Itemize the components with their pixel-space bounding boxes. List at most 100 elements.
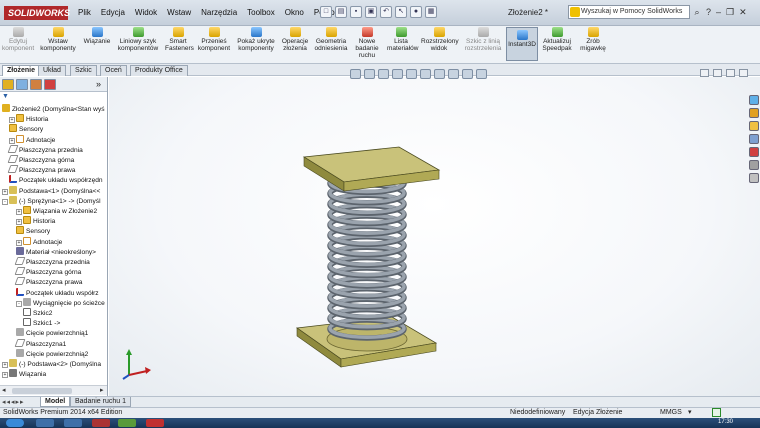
tree-node[interactable]: Płaszczyzna1 — [14, 338, 66, 349]
taskbar-browser-icon[interactable] — [64, 419, 82, 427]
status-help-icon[interactable] — [712, 408, 721, 417]
help-icon[interactable]: ? — [706, 7, 711, 18]
tree-filter-icon[interactable]: ▼ — [2, 93, 16, 102]
menu-item-5[interactable]: Toolbox — [247, 8, 275, 17]
help-search-input[interactable]: Wyszukaj w Pomocy SolidWorks — [568, 5, 690, 19]
file-explorer-icon[interactable] — [749, 121, 759, 131]
tree-expand-icon[interactable]: - — [2, 198, 8, 205]
open-file-icon[interactable]: ▤ — [335, 6, 347, 18]
menu-item-6[interactable]: Okno — [285, 8, 304, 17]
tab-0[interactable]: Złożenie — [2, 65, 41, 76]
graphics-viewport[interactable] — [109, 77, 760, 396]
command-button-7[interactable]: Operacje złożenia — [281, 27, 309, 52]
tree-expand-icon[interactable]: + — [16, 209, 22, 215]
tree-expand-icon[interactable]: + — [9, 117, 15, 124]
search-go-icon[interactable]: ⌕ — [691, 5, 703, 19]
start-button-icon[interactable] — [6, 419, 24, 427]
tree-node[interactable]: Początek układu współrzędn — [9, 175, 103, 185]
display-style-icon[interactable] — [420, 69, 431, 79]
command-button-1[interactable]: Wstaw komponenty — [38, 27, 78, 52]
tree-node[interactable]: - Wyciągnięcie po ścieżce — [16, 297, 105, 308]
new-file-icon[interactable]: □ — [320, 6, 332, 18]
tree-horizontal-scrollbar[interactable]: ◂ ▸ — [0, 385, 107, 395]
restore-icon[interactable]: ❐ — [726, 7, 734, 18]
tab-4[interactable]: Produkty Office — [130, 65, 188, 76]
tree-node[interactable]: Sensory — [9, 124, 43, 134]
menu-item-0[interactable]: Plik — [78, 8, 91, 17]
tree-node[interactable]: + Podstawa<1> (Domyślna<< — [2, 185, 100, 196]
command-button-13[interactable]: Instant3D — [506, 27, 538, 61]
panel-splitter-handle[interactable] — [107, 297, 108, 319]
save-icon[interactable]: ▪ — [350, 6, 362, 18]
tree-node[interactable]: + Adnotacje — [9, 134, 55, 145]
tree-node[interactable]: Szkic1 -> — [23, 318, 60, 328]
configuration-manager-tab-icon[interactable] — [30, 79, 42, 90]
command-button-8[interactable]: Geometria odniesienia — [312, 27, 350, 52]
view-palette-icon[interactable] — [749, 134, 759, 144]
units-dropdown-icon[interactable]: ▾ — [688, 408, 692, 418]
feature-tree-tab-icon[interactable] — [2, 79, 14, 90]
appearances-icon[interactable] — [749, 147, 759, 157]
tree-expand-icon[interactable]: + — [16, 239, 22, 246]
zoom-to-fit-icon[interactable] — [350, 69, 361, 79]
expand-panel-icon[interactable]: » — [96, 79, 101, 89]
solidworks-logo[interactable]: SOLIDWORKS — [4, 6, 70, 20]
command-button-11[interactable]: Rozstrzelony widok — [421, 27, 459, 52]
viewport-split-icon[interactable] — [700, 69, 709, 77]
scroll-left-icon[interactable]: ◂ — [2, 386, 6, 394]
tree-node[interactable]: Sensory — [16, 226, 50, 236]
tree-node[interactable]: Złożenie2 (Domyślna<Stan wyś — [2, 104, 105, 114]
taskbar-app-icon[interactable] — [92, 419, 110, 427]
tree-expand-icon[interactable]: + — [2, 188, 8, 195]
tab-3[interactable]: Oceń — [100, 65, 127, 76]
section-view-icon[interactable] — [392, 69, 403, 79]
command-button-2[interactable]: Wiązanie — [82, 27, 112, 45]
tree-node[interactable]: Szkic2 — [23, 308, 52, 318]
tab-2[interactable]: Szkic — [70, 65, 97, 76]
tree-node[interactable]: + Wiązania — [2, 369, 46, 379]
viewport-restore-icon[interactable] — [726, 69, 735, 77]
viewport-close-icon[interactable] — [739, 69, 748, 77]
design-library-icon[interactable] — [749, 108, 759, 118]
tree-node[interactable]: Płaszczyzna prawa — [7, 165, 75, 175]
tree-node[interactable]: Materiał <nieokreślony> — [16, 246, 96, 257]
resources-icon[interactable] — [749, 95, 759, 105]
command-button-15[interactable]: Zrób migawkę — [578, 27, 608, 52]
tab-nav-arrows-icon[interactable]: ◂◂◂▸▸ — [2, 398, 25, 406]
tree-expand-icon[interactable]: + — [16, 219, 22, 226]
tree-node[interactable]: + Historia — [9, 114, 48, 124]
taskbar-solidworks-icon[interactable] — [146, 419, 164, 427]
tree-node[interactable]: Płaszczyzna prawa — [14, 277, 82, 287]
tab-model[interactable]: Model — [40, 397, 71, 407]
select-icon[interactable]: ↖ — [395, 6, 407, 18]
rebuild-icon[interactable]: ● — [410, 6, 422, 18]
command-button-3[interactable]: Liniowy szyk komponentów — [115, 27, 161, 52]
hide-show-icon[interactable] — [434, 69, 445, 79]
tree-node[interactable]: Płaszczyzna przednia — [14, 257, 90, 267]
command-button-0[interactable]: Edytuj komponent — [2, 27, 34, 52]
print-icon[interactable]: ▣ — [365, 6, 377, 18]
tree-node[interactable]: Początek układu współrz — [16, 287, 99, 298]
tree-expand-icon[interactable]: + — [2, 372, 8, 379]
options-icon[interactable]: ▦ — [425, 6, 437, 18]
tree-node[interactable]: + (-) Podstawa<2> (Domyślna — [2, 359, 101, 369]
custom-properties-icon[interactable] — [749, 160, 759, 170]
taskbar-app2-icon[interactable] — [118, 419, 136, 427]
status-units[interactable]: MMGS — [660, 408, 682, 418]
tree-node[interactable]: + Adnotacje — [16, 236, 62, 247]
minimize-icon[interactable]: – — [716, 7, 721, 18]
scroll-right-icon[interactable]: ▸ — [100, 386, 104, 394]
view-orientation-icon[interactable] — [406, 69, 417, 79]
menu-item-3[interactable]: Wstaw — [167, 8, 191, 17]
tree-expand-icon[interactable]: + — [2, 362, 8, 368]
command-button-10[interactable]: Lista materiałów — [387, 27, 418, 52]
tree-node[interactable]: Płaszczyzna przednia — [7, 144, 83, 155]
tree-node[interactable]: Cięcie powierzchnią1 — [16, 328, 88, 338]
command-button-12[interactable]: Szkic z linią rozstrzelenia — [463, 27, 503, 52]
scene-icon[interactable] — [462, 69, 473, 79]
undo-icon[interactable]: ↶ — [380, 6, 392, 18]
tree-node[interactable]: + Historia — [16, 216, 55, 226]
tree-expand-icon[interactable]: - — [16, 300, 22, 307]
menu-item-1[interactable]: Edycja — [101, 8, 125, 17]
viewport-minimize-icon[interactable] — [713, 69, 722, 77]
